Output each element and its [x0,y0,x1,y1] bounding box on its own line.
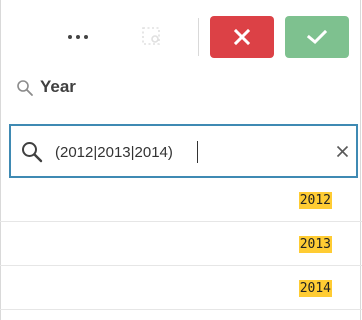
checkmark-icon [307,29,327,45]
list-item-value: 2012 [298,192,332,209]
more-options-button[interactable] [58,18,98,56]
search-icon [22,142,43,163]
field-header: Year [0,72,362,104]
list-item-value: 2014 [298,280,332,297]
selection-toolbar [0,0,362,72]
list-item[interactable]: 2014 [0,266,362,310]
lasso-icon [142,27,160,45]
toolbar-divider [198,18,199,56]
cancel-selection-button[interactable] [210,16,274,58]
list-item[interactable]: 2013 [0,222,362,266]
close-icon [233,28,251,46]
list-item-value: 2013 [298,236,332,253]
clear-search-button[interactable] [333,142,351,160]
lasso-button[interactable] [132,18,172,56]
list-item[interactable]: 2012 [0,178,362,222]
text-caret [197,141,198,163]
search-box[interactable] [9,124,358,178]
value-list: 2012 2013 2014 [0,178,362,310]
search-icon [17,80,33,96]
search-input[interactable] [55,138,310,166]
close-icon [336,145,348,157]
field-title: Year [40,77,76,96]
confirm-selection-button[interactable] [285,16,349,58]
